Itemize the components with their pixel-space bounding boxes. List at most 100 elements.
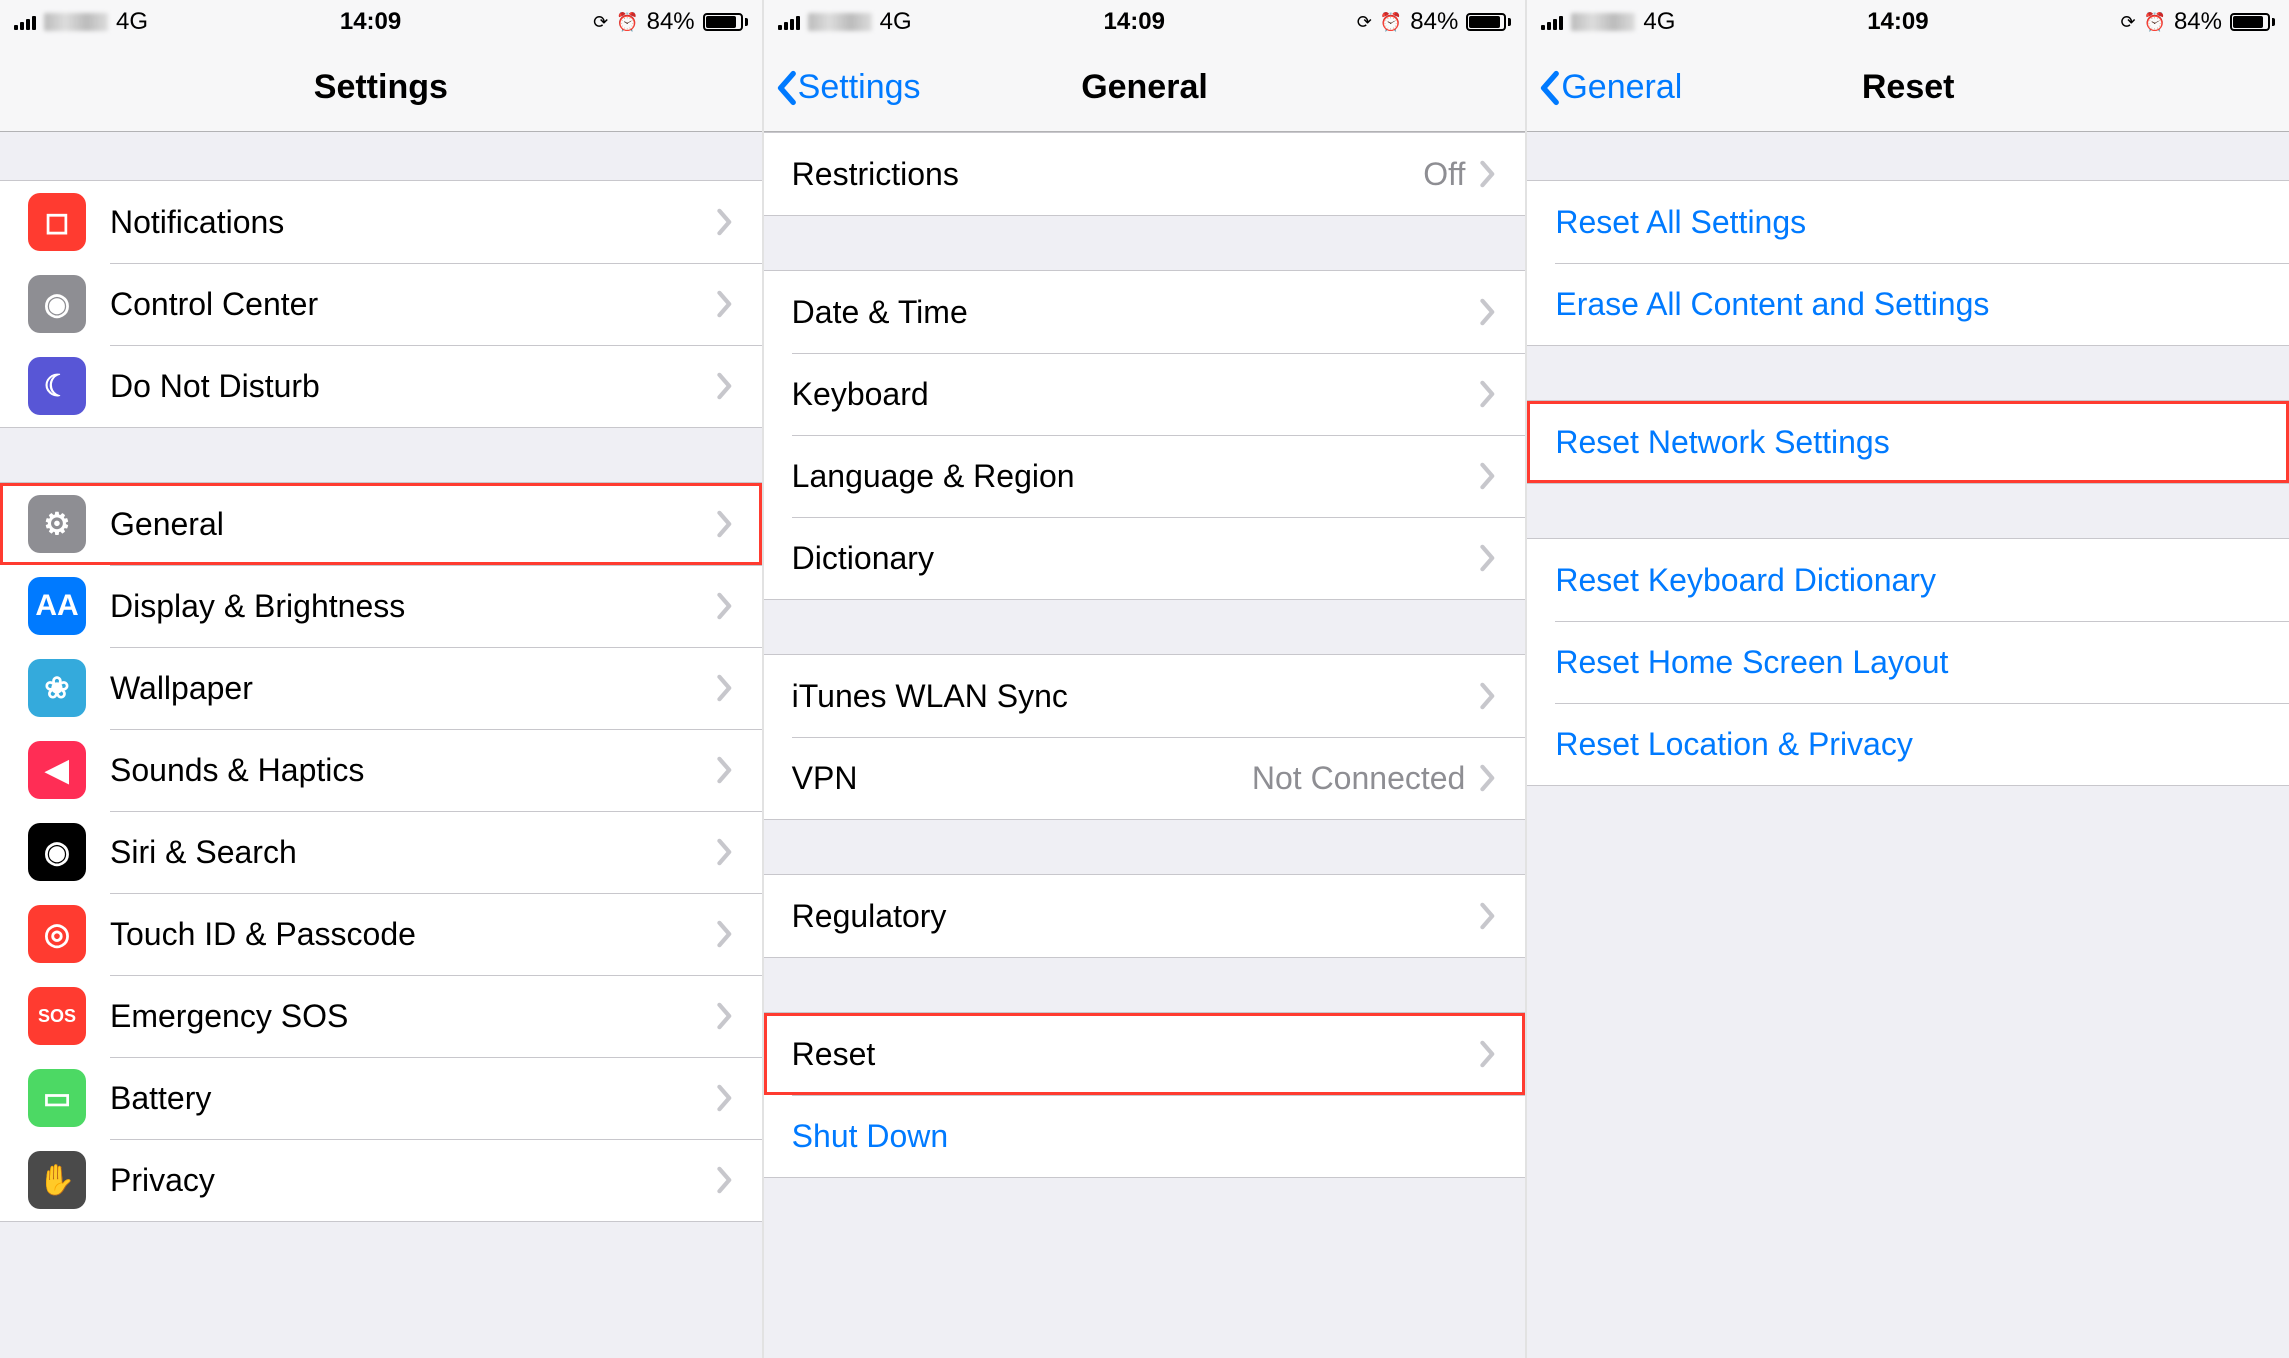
row-touch-id-passcode[interactable]: ◎ Touch ID & Passcode: [0, 893, 762, 975]
chevron-right-icon: [1479, 1040, 1497, 1068]
row-label: Dictionary: [792, 540, 1480, 577]
chevron-right-icon: [1479, 682, 1497, 710]
row-reset[interactable]: Reset: [764, 1013, 1526, 1095]
row-privacy[interactable]: ✋ Privacy: [0, 1139, 762, 1221]
status-bar: 4G 14:09 ⟳ ⏰ 84%: [1527, 0, 2289, 44]
nav-bar: General Reset: [1527, 44, 2289, 132]
row-label: Privacy: [110, 1162, 716, 1199]
row-label: Wallpaper: [110, 670, 716, 707]
chevron-right-icon: [716, 756, 734, 784]
row-reset-location-privacy[interactable]: Reset Location & Privacy: [1527, 703, 2289, 785]
row-sounds-haptics[interactable]: ◀ Sounds & Haptics: [0, 729, 762, 811]
row-display-brightness[interactable]: AA Display & Brightness: [0, 565, 762, 647]
row-battery[interactable]: ▭Battery: [0, 1057, 762, 1139]
chevron-right-icon: [716, 372, 734, 400]
row-label: Erase All Content and Settings: [1555, 286, 2261, 323]
row-control-center[interactable]: ◉Control Center: [0, 263, 762, 345]
row-label: General: [110, 506, 716, 543]
row-restrictions[interactable]: RestrictionsOff: [764, 133, 1526, 215]
row-shut-down[interactable]: Shut Down: [764, 1095, 1526, 1177]
row-label: Do Not Disturb: [110, 368, 716, 405]
settings-screen: 4G 14:09 ⟳ ⏰ 84% Settings ◻Notifications…: [0, 0, 764, 1358]
general-list[interactable]: RestrictionsOff Date & Time Keyboard Langua…: [764, 132, 1526, 1358]
row-regulatory[interactable]: Regulatory: [764, 875, 1526, 957]
flower-icon: ❀: [28, 659, 86, 717]
row-label: iTunes WLAN Sync: [792, 678, 1480, 715]
chevron-right-icon: [716, 208, 734, 236]
row-keyboard[interactable]: Keyboard: [764, 353, 1526, 435]
settings-list[interactable]: ◻Notifications◉Control Center☾Do Not Dis…: [0, 132, 762, 1358]
chevron-right-icon: [716, 592, 734, 620]
text-size-icon: AA: [28, 577, 86, 635]
row-itunes-wlan-sync[interactable]: iTunes WLAN Sync: [764, 655, 1526, 737]
chevron-right-icon: [716, 1002, 734, 1030]
row-label: Notifications: [110, 204, 716, 241]
status-bar: 4G 14:09 ⟳ ⏰ 84%: [0, 0, 762, 44]
row-label: Emergency SOS: [110, 998, 716, 1035]
row-siri-search[interactable]: ◉Siri & Search: [0, 811, 762, 893]
status-time: 14:09: [1867, 8, 1928, 36]
signal-icon: [1541, 14, 1563, 30]
row-general[interactable]: ⚙ General: [0, 483, 762, 565]
gear-icon: ⚙: [28, 495, 86, 553]
network-type: 4G: [1643, 8, 1675, 36]
row-reset-home-screen-layout[interactable]: Reset Home Screen Layout: [1527, 621, 2289, 703]
row-value: Not Connected: [1252, 760, 1465, 797]
signal-icon: [14, 14, 36, 30]
row-notifications[interactable]: ◻Notifications: [0, 181, 762, 263]
chevron-right-icon: [716, 290, 734, 318]
speaker-icon: ◀: [28, 741, 86, 799]
chevron-right-icon: [1479, 544, 1497, 572]
carrier-blurred: [1571, 13, 1635, 31]
row-label: Date & Time: [792, 294, 1480, 331]
row-vpn[interactable]: VPNNot Connected: [764, 737, 1526, 819]
chevron-right-icon: [1479, 160, 1497, 188]
battery-percent: 84%: [2174, 8, 2222, 36]
status-bar: 4G 14:09 ⟳ ⏰ 84%: [764, 0, 1526, 44]
row-label: Keyboard: [792, 376, 1480, 413]
row-language-region[interactable]: Language & Region: [764, 435, 1526, 517]
chevron-left-icon: [774, 70, 798, 106]
row-label: Reset Location & Privacy: [1555, 726, 2261, 763]
row-emergency-sos[interactable]: SOS Emergency SOS: [0, 975, 762, 1057]
row-wallpaper[interactable]: ❀ Wallpaper: [0, 647, 762, 729]
row-label: Siri & Search: [110, 834, 716, 871]
battery-icon: [2230, 13, 2275, 31]
row-reset-network-settings[interactable]: Reset Network Settings: [1527, 401, 2289, 483]
row-label: Reset: [792, 1036, 1480, 1073]
chevron-right-icon: [716, 674, 734, 702]
row-do-not-disturb[interactable]: ☾Do Not Disturb: [0, 345, 762, 427]
chevron-right-icon: [1479, 764, 1497, 792]
fingerprint-icon: ◎: [28, 905, 86, 963]
network-type: 4G: [880, 8, 912, 36]
carrier-blurred: [44, 13, 108, 31]
row-dictionary[interactable]: Dictionary: [764, 517, 1526, 599]
row-label: Reset Network Settings: [1555, 424, 2261, 461]
row-date-time[interactable]: Date & Time: [764, 271, 1526, 353]
hand-icon: ✋: [28, 1151, 86, 1209]
page-title: General: [1081, 68, 1208, 107]
back-label: General: [1561, 68, 1682, 107]
row-label: Restrictions: [792, 156, 1424, 193]
back-button[interactable]: Settings: [774, 68, 921, 107]
chevron-right-icon: [716, 1166, 734, 1194]
row-reset-all-settings[interactable]: Reset All Settings: [1527, 181, 2289, 263]
orientation-lock-icon: ⟳: [1357, 12, 1372, 33]
row-label: Display & Brightness: [110, 588, 716, 625]
row-value: Off: [1423, 156, 1465, 193]
sos-icon: SOS: [28, 987, 86, 1045]
reset-list[interactable]: Reset All Settings Erase All Content and …: [1527, 132, 2289, 1358]
row-label: Touch ID & Passcode: [110, 916, 716, 953]
status-time: 14:09: [340, 8, 401, 36]
row-label: Reset Home Screen Layout: [1555, 644, 2261, 681]
row-label: Sounds & Haptics: [110, 752, 716, 789]
row-label: Battery: [110, 1080, 716, 1117]
row-reset-keyboard-dictionary[interactable]: Reset Keyboard Dictionary: [1527, 539, 2289, 621]
back-button[interactable]: General: [1537, 68, 1682, 107]
battery-percent: 84%: [647, 8, 695, 36]
row-erase-all-content[interactable]: Erase All Content and Settings: [1527, 263, 2289, 345]
alarm-icon: ⏰: [1380, 12, 1402, 33]
battery-icon: [703, 13, 748, 31]
chevron-right-icon: [1479, 298, 1497, 326]
chevron-right-icon: [716, 1084, 734, 1112]
